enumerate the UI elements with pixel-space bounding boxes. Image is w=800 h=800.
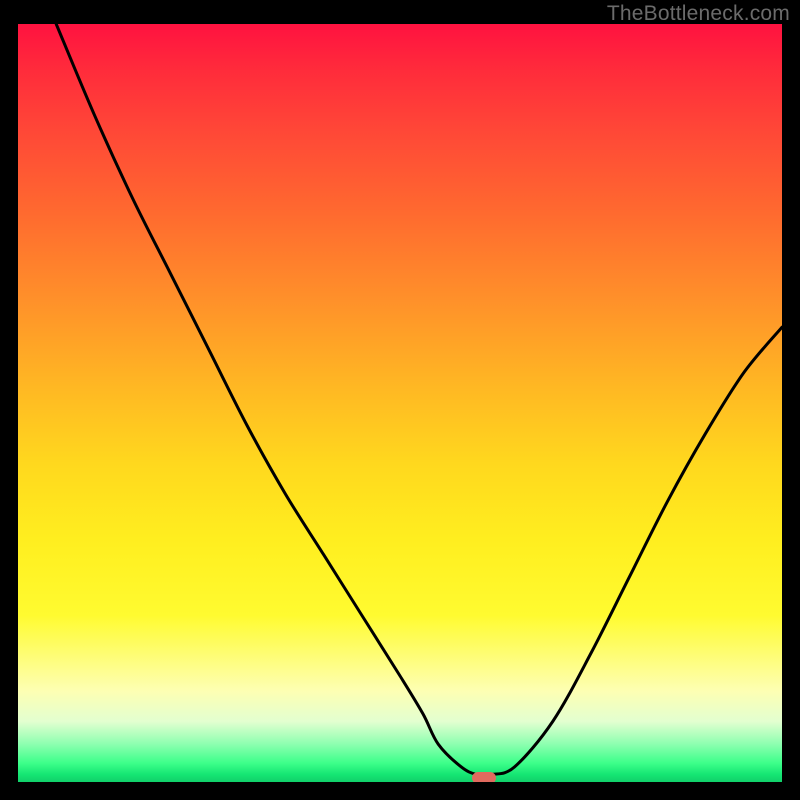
plot-area: [18, 24, 782, 782]
optimal-marker: [472, 772, 496, 782]
watermark-text: TheBottleneck.com: [607, 2, 790, 26]
chart-frame: TheBottleneck.com: [0, 0, 800, 800]
curve-layer: [18, 24, 782, 782]
bottleneck-curve: [56, 24, 782, 775]
